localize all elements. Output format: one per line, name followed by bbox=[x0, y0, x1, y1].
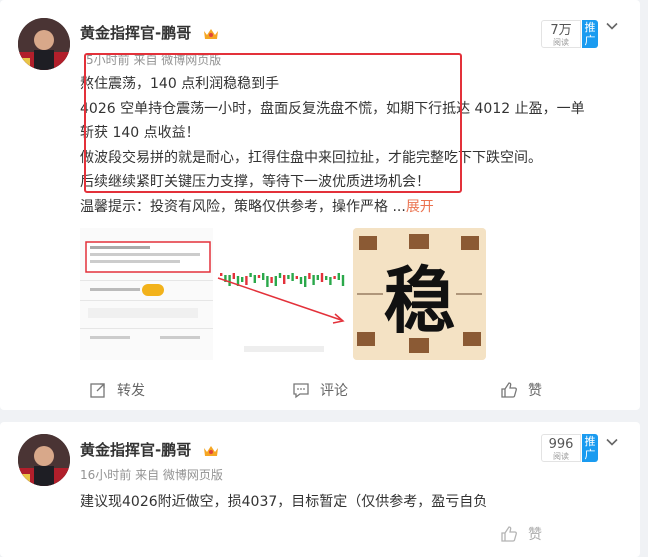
chart-candle bbox=[329, 277, 332, 285]
chart-candle bbox=[337, 273, 340, 280]
content-line: 温馨提示：投资有风险，策略仅供参考，操作严格 ...展开 bbox=[80, 195, 625, 220]
image-character-text: 稳 bbox=[383, 257, 456, 343]
repost-button[interactable]: 转发 bbox=[89, 379, 145, 401]
username[interactable]: 黄金指挥官-鹏哥 bbox=[80, 439, 220, 460]
chart-candle bbox=[304, 276, 307, 287]
chart-candle bbox=[291, 273, 294, 281]
read-count-number: 996 bbox=[548, 437, 574, 452]
vip-badge-icon bbox=[204, 28, 219, 39]
content-line: 熬住震荡，140 点利润稳稳到手 bbox=[80, 76, 280, 92]
content-line-text: 温馨提示：投资有风险，策略仅供参考，操作严格 ... bbox=[80, 198, 406, 215]
chart-candle bbox=[262, 273, 265, 280]
repost-icon bbox=[90, 383, 105, 398]
like-icon bbox=[501, 382, 517, 398]
like-label: 赞 bbox=[528, 383, 542, 399]
read-count-label: 阅读 bbox=[553, 452, 569, 461]
chart-candle bbox=[316, 275, 319, 280]
post-card: 黄金指挥官-鹏哥 5小时前 来自 微博网页版 7万 阅读 推广 熬住震荡，140… bbox=[0, 0, 640, 410]
chart-candle bbox=[312, 275, 315, 285]
like-button[interactable]: 赞 bbox=[500, 379, 542, 401]
chart-candle bbox=[220, 273, 223, 276]
promote-button[interactable]: 推广 bbox=[582, 20, 598, 48]
comment-button[interactable]: 评论 bbox=[292, 379, 348, 401]
username-text[interactable]: 黄金指挥官-鹏哥 bbox=[80, 24, 191, 42]
chart-candle bbox=[270, 277, 273, 283]
like-label: 赞 bbox=[528, 527, 542, 543]
post-meta[interactable]: 16小时前 来自 微博网页版 bbox=[80, 466, 223, 483]
read-count-label: 阅读 bbox=[553, 38, 569, 47]
read-count: 996 阅读 bbox=[541, 434, 581, 462]
chart-candle bbox=[241, 277, 244, 282]
expand-link[interactable]: 展开 bbox=[406, 199, 434, 215]
comment-label: 评论 bbox=[320, 383, 348, 399]
chart-candle bbox=[253, 275, 256, 283]
username-text[interactable]: 黄金指挥官-鹏哥 bbox=[80, 441, 191, 459]
chart-candle bbox=[295, 276, 298, 279]
repost-label: 转发 bbox=[117, 383, 145, 399]
chevron-down-icon[interactable] bbox=[606, 436, 618, 448]
comment-icon bbox=[293, 383, 309, 399]
feed: 黄金指挥官-鹏哥 5小时前 来自 微博网页版 7万 阅读 推广 熬住震荡，140… bbox=[0, 0, 648, 557]
chart-candle bbox=[232, 273, 235, 279]
content-line: 4026 空单持仓震荡一小时，盘面反复洗盘不慌，如期下行抵达 4012 止盈，一… bbox=[80, 100, 585, 117]
chart-candle bbox=[257, 275, 261, 278]
content-line: 建议现4026附近做空，损4037，目标暂定（仅供参考，盈亏自负 bbox=[80, 494, 488, 510]
avatar[interactable] bbox=[18, 18, 70, 70]
post-image-chart[interactable] bbox=[216, 228, 350, 360]
post-content: 建议现4026附近做空，损4037，目标暂定（仅供参考，盈亏自负 bbox=[80, 490, 625, 515]
content-line: 斩获 140 点收益！ bbox=[80, 125, 200, 141]
chart-candle bbox=[341, 275, 345, 286]
post-meta[interactable]: 5小时前 来自 微博网页版 bbox=[86, 51, 221, 68]
post-content: 熬住震荡，140 点利润稳稳到手 4026 空单持仓震荡一小时，盘面反复洗盘不慌… bbox=[80, 72, 625, 219]
chart-candle bbox=[308, 273, 311, 279]
chart-candle bbox=[228, 275, 231, 286]
chart-candle bbox=[249, 273, 252, 277]
post-image[interactable] bbox=[80, 228, 213, 360]
chart-candle bbox=[299, 277, 303, 284]
promote-button[interactable]: 推广 bbox=[582, 434, 598, 462]
post-actions: 转发 评论 赞 bbox=[0, 374, 640, 404]
like-button[interactable]: 赞 bbox=[500, 523, 542, 545]
read-count: 7万 阅读 bbox=[541, 20, 581, 48]
chart-candle bbox=[266, 276, 269, 287]
chart-candle bbox=[333, 276, 336, 279]
post-actions: 赞 bbox=[0, 518, 640, 548]
content-line: 后续继续紧盯关键压力支撑，等待下一波优质进场机会！ bbox=[80, 174, 430, 190]
chart-candle bbox=[287, 275, 290, 279]
chevron-down-icon[interactable] bbox=[606, 20, 618, 32]
content-line: 做波段交易拼的就是耐心，扛得住盘中来回拉扯，才能完整吃下下跌空间。 bbox=[80, 149, 542, 166]
chart-candle bbox=[320, 273, 324, 282]
chart-candle bbox=[245, 276, 248, 285]
username[interactable]: 黄金指挥官-鹏哥 bbox=[80, 22, 220, 43]
like-icon bbox=[501, 526, 517, 542]
chart-candle bbox=[278, 273, 282, 278]
avatar[interactable] bbox=[18, 434, 70, 486]
vip-badge-icon bbox=[204, 445, 219, 456]
chart-candle bbox=[325, 276, 328, 280]
read-count-number: 7万 bbox=[550, 23, 572, 38]
post-image-character[interactable]: 稳 bbox=[353, 228, 486, 360]
chart-candle bbox=[283, 275, 286, 284]
chart-candle bbox=[274, 276, 277, 286]
